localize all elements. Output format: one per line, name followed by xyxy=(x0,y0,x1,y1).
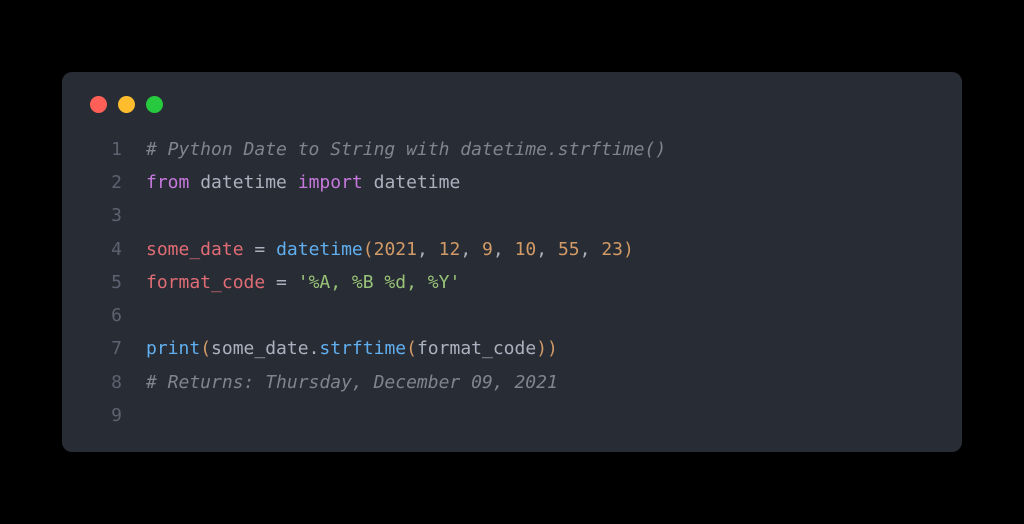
comment: # Python Date to String with datetime.st… xyxy=(146,133,666,166)
number: 2021 xyxy=(374,233,417,266)
paren: ) xyxy=(536,332,547,365)
keyword-import: import xyxy=(298,166,363,199)
function-call: datetime xyxy=(276,233,363,266)
code-line: 5 format_code = '%A, %B %d, %Y' xyxy=(90,266,934,299)
code-line: 2 from datetime import datetime xyxy=(90,166,934,199)
number: 23 xyxy=(601,233,623,266)
code-line: 6 xyxy=(90,299,934,332)
code-line: 9 xyxy=(90,399,934,432)
code-line: 8 # Returns: Thursday, December 09, 2021 xyxy=(90,366,934,399)
line-number: 4 xyxy=(90,233,122,266)
line-number: 1 xyxy=(90,133,122,166)
comma: , xyxy=(460,233,482,266)
space xyxy=(287,166,298,199)
space xyxy=(189,166,200,199)
variable: format_code xyxy=(417,332,536,365)
line-number: 9 xyxy=(90,399,122,432)
comment: # Returns: Thursday, December 09, 2021 xyxy=(146,366,558,399)
maximize-icon[interactable] xyxy=(146,96,163,113)
number: 10 xyxy=(515,233,537,266)
module-name: datetime xyxy=(374,166,461,199)
number: 55 xyxy=(558,233,580,266)
keyword-from: from xyxy=(146,166,189,199)
line-number: 7 xyxy=(90,332,122,365)
variable: some_date xyxy=(211,332,309,365)
number: 9 xyxy=(482,233,493,266)
minimize-icon[interactable] xyxy=(118,96,135,113)
close-icon[interactable] xyxy=(90,96,107,113)
line-number: 2 xyxy=(90,166,122,199)
line-number: 5 xyxy=(90,266,122,299)
operator: = xyxy=(244,233,277,266)
module-name: datetime xyxy=(200,166,287,199)
string: '%A, %B %d, %Y' xyxy=(298,266,461,299)
space xyxy=(363,166,374,199)
traffic-lights xyxy=(62,96,962,113)
comma: , xyxy=(417,233,439,266)
code-line: 7 print(some_date.strftime(format_code)) xyxy=(90,332,934,365)
dot: . xyxy=(309,332,320,365)
number: 12 xyxy=(439,233,461,266)
code-area: 1 # Python Date to String with datetime.… xyxy=(62,133,962,433)
variable: some_date xyxy=(146,233,244,266)
comma: , xyxy=(536,233,558,266)
function-call: print xyxy=(146,332,200,365)
paren: ( xyxy=(363,233,374,266)
paren: ) xyxy=(547,332,558,365)
paren: ) xyxy=(623,233,634,266)
line-number: 8 xyxy=(90,366,122,399)
method-call: strftime xyxy=(319,332,406,365)
line-number: 6 xyxy=(90,299,122,332)
variable: format_code xyxy=(146,266,265,299)
paren: ( xyxy=(200,332,211,365)
code-window: 1 # Python Date to String with datetime.… xyxy=(62,72,962,453)
code-line: 3 xyxy=(90,199,934,232)
paren: ( xyxy=(406,332,417,365)
code-line: 1 # Python Date to String with datetime.… xyxy=(90,133,934,166)
line-number: 3 xyxy=(90,199,122,232)
comma: , xyxy=(580,233,602,266)
comma: , xyxy=(493,233,515,266)
code-line: 4 some_date = datetime(2021, 12, 9, 10, … xyxy=(90,233,934,266)
operator: = xyxy=(265,266,298,299)
